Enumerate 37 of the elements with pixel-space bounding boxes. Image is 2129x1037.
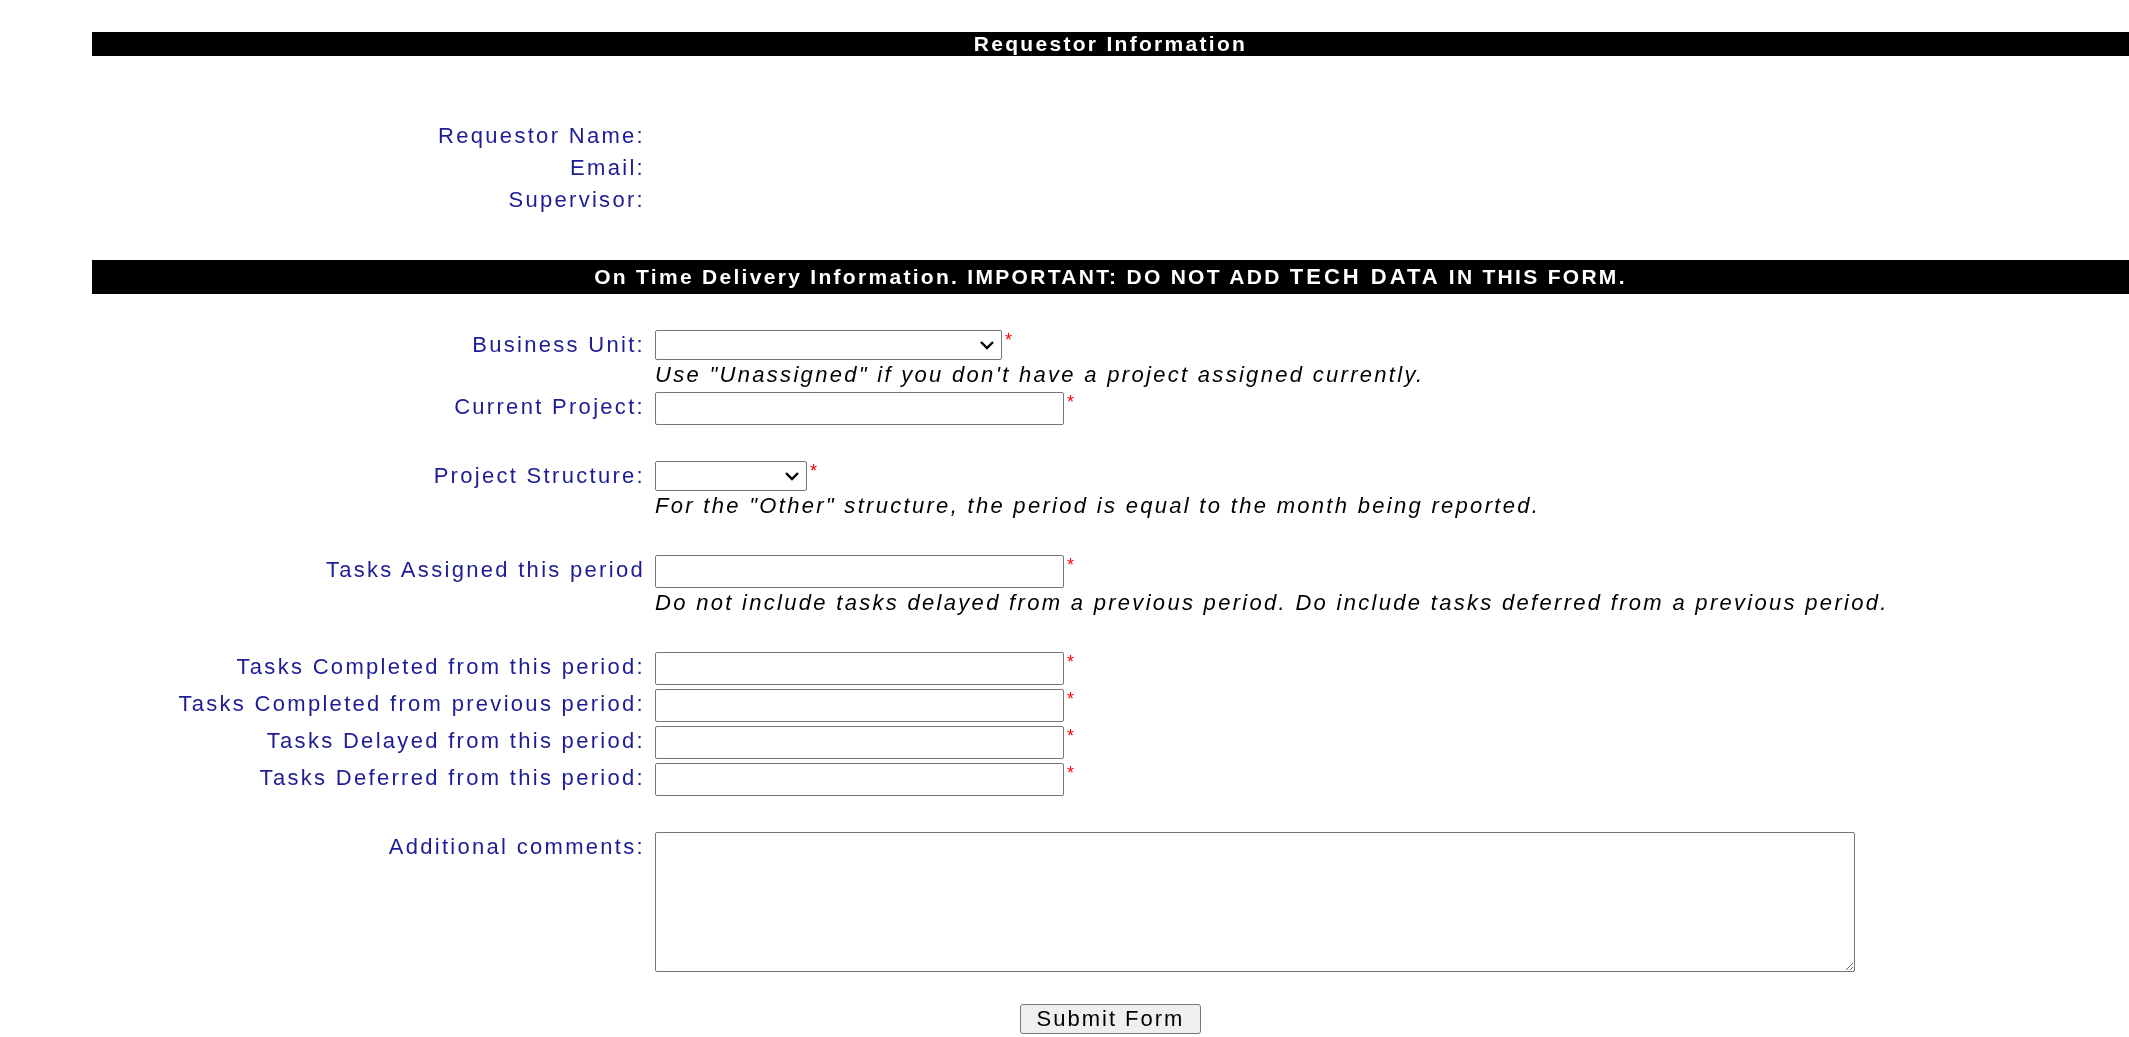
input-field[interactable] (655, 555, 1064, 588)
field-label: Requestor Name: (437, 122, 645, 150)
submit-button[interactable]: Submit Form (1019, 1004, 1202, 1034)
required-mark: * (1067, 689, 1074, 709)
required-mark: * (1067, 555, 1074, 575)
field-label: Tasks Completed from previous period: (177, 690, 645, 718)
required-mark: * (1067, 652, 1074, 672)
input-field[interactable] (655, 763, 1064, 796)
comments-field[interactable] (655, 832, 1855, 972)
input-field[interactable] (655, 392, 1064, 425)
input-field[interactable] (655, 652, 1064, 685)
dropdown[interactable] (655, 461, 807, 491)
hint-text: Do not include tasks delayed from a previous period. Do include tasks deferred from a previous period. (655, 590, 1890, 616)
required-mark: * (810, 461, 817, 481)
required-mark: * (1067, 763, 1074, 783)
field-label: Tasks Deferred from this period: (258, 764, 645, 792)
chevron-down-icon (979, 340, 995, 350)
chevron-down-icon (784, 471, 800, 481)
field-label: Tasks Delayed from this period: (265, 727, 645, 755)
hint-text: For the "Other" structure, the period is equal to the month being reported. (655, 493, 1542, 519)
field-label: Email: (569, 154, 645, 182)
field-label: Business Unit: (471, 331, 645, 359)
required-mark: * (1005, 330, 1012, 350)
field-label: Tasks Completed from this period: (235, 653, 645, 681)
field-label: Additional comments: (387, 833, 645, 861)
required-mark: * (1067, 726, 1074, 746)
field-label: Supervisor: (507, 186, 645, 214)
field-label: Project Structure: (432, 462, 645, 490)
field-label: Current Project: (453, 393, 645, 421)
section-header: On Time Delivery Information. IMPORTANT: DO NOT ADD TECH DATA IN THIS FORM. (92, 260, 2129, 294)
required-mark: * (1067, 392, 1074, 412)
input-field[interactable] (655, 726, 1064, 759)
field-label: Tasks Assigned this period (324, 556, 645, 584)
section-header: Requestor Information (92, 32, 2129, 56)
input-field[interactable] (655, 689, 1064, 722)
dropdown[interactable] (655, 330, 1002, 360)
hint-text: Use "Unassigned" if you don't have a project assigned currently. (655, 362, 1426, 388)
